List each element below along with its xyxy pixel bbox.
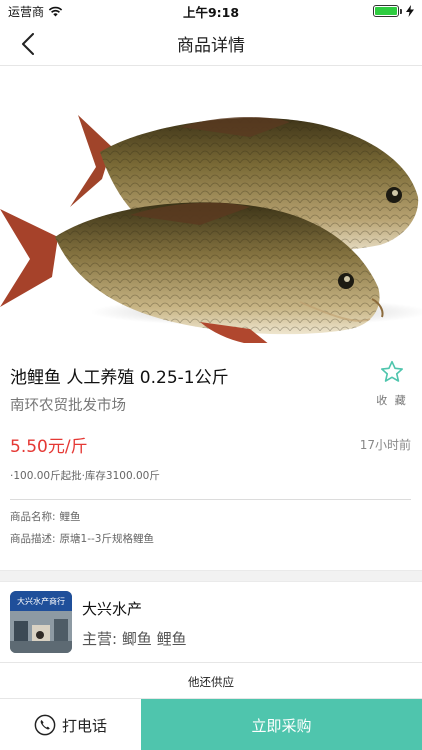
divider xyxy=(0,662,422,663)
shop-sign: 大兴水产商行 xyxy=(17,596,65,606)
price: 5.50元/斤 xyxy=(10,437,88,457)
seller-name: 大兴水产 xyxy=(82,600,143,618)
product-title: 池鲤鱼 人工养殖 0.25-1公斤 xyxy=(10,368,229,388)
also-supply-label: 他还供应 xyxy=(188,675,234,689)
back-button[interactable] xyxy=(14,30,42,58)
seller-card[interactable]: 大兴水产商行 大兴水产 主营: 鲫鱼 鲤鱼 xyxy=(0,582,422,662)
favorite-label: 收 藏 xyxy=(376,394,408,407)
shop-photo: 大兴水产商行 xyxy=(10,591,72,653)
battery-icon xyxy=(373,5,402,17)
status-left: 运营商 xyxy=(8,3,63,20)
seller-thumbnail: 大兴水产商行 xyxy=(10,591,72,653)
wifi-icon xyxy=(48,6,63,16)
spec-value: 鲤鱼 xyxy=(59,511,81,523)
spec-row-name: 商品名称: 鲤鱼 xyxy=(10,509,81,524)
seller-main-business: 主营: 鲫鱼 鲤鱼 xyxy=(82,630,187,648)
product-image xyxy=(0,67,422,343)
carrier-label: 运营商 xyxy=(8,4,45,19)
buy-label: 立即采购 xyxy=(251,716,312,735)
status-bar: 运营商 上午9:18 xyxy=(0,0,422,22)
favorite-button[interactable]: 收 藏 xyxy=(374,359,410,408)
spec-row-description: 商品描述: 原塘1--3斤规格鲤鱼 xyxy=(10,531,154,546)
market-name: 南环农贸批发市场 xyxy=(10,398,126,414)
spec-value: 原塘1--3斤规格鲤鱼 xyxy=(59,533,154,545)
call-button[interactable]: 打电话 xyxy=(0,699,141,750)
bottom-action-bar: 打电话 立即采购 xyxy=(0,698,422,750)
posted-time: 17小时前 xyxy=(359,438,411,452)
section-gap xyxy=(0,570,422,582)
status-right xyxy=(373,5,414,17)
charging-icon xyxy=(406,5,414,17)
phone-icon xyxy=(34,714,56,736)
carp-illustration xyxy=(0,115,422,343)
divider xyxy=(10,499,411,500)
call-label: 打电话 xyxy=(61,716,107,735)
stock-info: ·100.00斤起批·库存3100.00斤 xyxy=(10,470,160,482)
battery-level-fill xyxy=(375,7,397,15)
nav-bar: 商品详情 xyxy=(0,22,422,66)
spec-label: 商品描述: xyxy=(10,533,56,545)
spec-label: 商品名称: xyxy=(10,511,56,523)
chevron-left-icon xyxy=(22,33,34,55)
status-time: 上午9:18 xyxy=(182,4,240,20)
page-title: 商品详情 xyxy=(177,36,245,56)
buy-now-button[interactable]: 立即采购 xyxy=(141,699,422,750)
star-outline-icon xyxy=(381,360,403,382)
